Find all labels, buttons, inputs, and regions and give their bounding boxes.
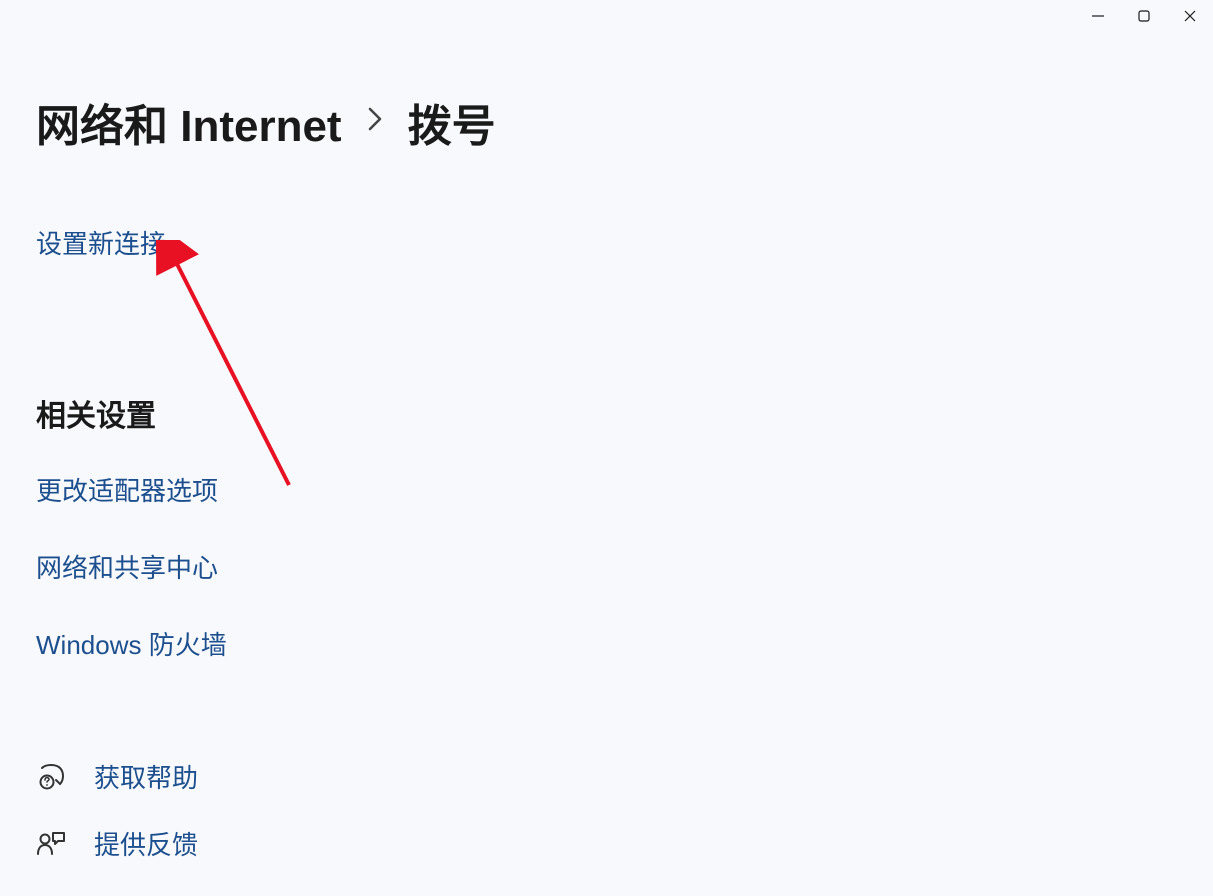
related-settings-list: 更改适配器选项 网络和共享中心 Windows 防火墙 xyxy=(36,471,1177,662)
close-button[interactable] xyxy=(1167,0,1213,32)
setup-new-connection-link[interactable]: 设置新连接 xyxy=(36,224,166,261)
maximize-icon xyxy=(1137,9,1151,23)
chevron-right-icon xyxy=(366,104,384,141)
get-help-label: 获取帮助 xyxy=(94,758,198,795)
network-sharing-center-link[interactable]: 网络和共享中心 xyxy=(36,548,1177,585)
breadcrumb-root-link[interactable]: 网络和 Internet xyxy=(36,90,342,154)
maximize-button[interactable] xyxy=(1121,0,1167,32)
minimize-button[interactable] xyxy=(1075,0,1121,32)
help-section: 获取帮助 提供反馈 xyxy=(36,758,1177,862)
get-help-link[interactable]: 获取帮助 xyxy=(36,758,1177,795)
breadcrumb: 网络和 Internet 拨号 xyxy=(36,90,1177,154)
minimize-icon xyxy=(1091,9,1105,23)
main-content: 网络和 Internet 拨号 设置新连接 相关设置 更改适配器选项 网络和共享… xyxy=(0,0,1213,862)
change-adapter-options-link[interactable]: 更改适配器选项 xyxy=(36,471,1177,508)
window-controls xyxy=(1075,0,1213,32)
give-feedback-link[interactable]: 提供反馈 xyxy=(36,825,1177,862)
breadcrumb-current: 拨号 xyxy=(408,90,496,154)
give-feedback-label: 提供反馈 xyxy=(94,825,198,862)
help-icon xyxy=(36,762,66,792)
windows-firewall-link[interactable]: Windows 防火墙 xyxy=(36,625,1177,662)
feedback-icon xyxy=(36,829,66,859)
related-settings-heading: 相关设置 xyxy=(36,391,1177,435)
close-icon xyxy=(1183,9,1197,23)
